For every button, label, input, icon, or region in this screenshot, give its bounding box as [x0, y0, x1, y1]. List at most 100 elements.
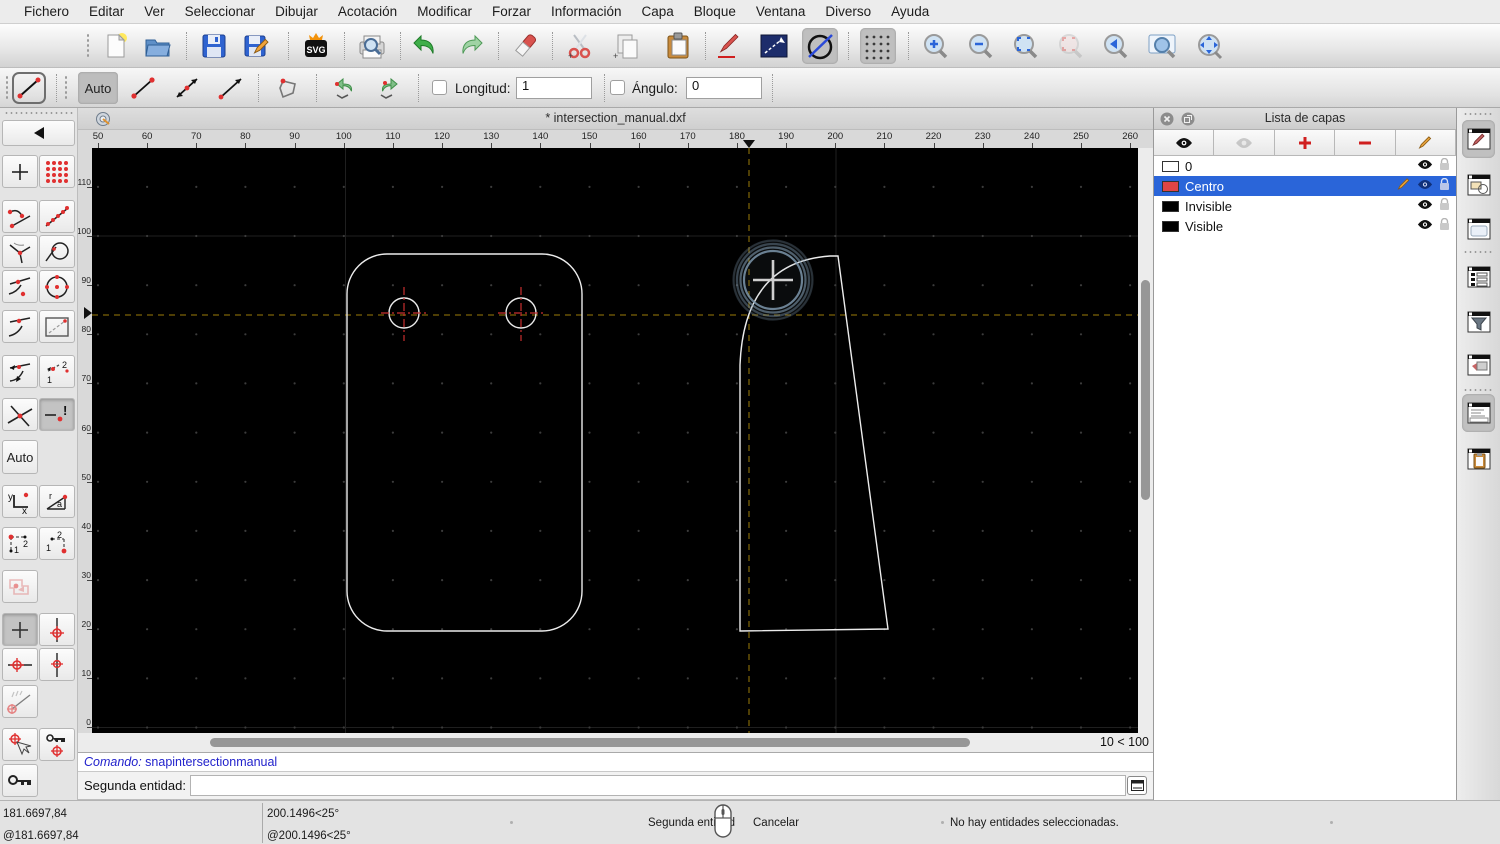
length-input[interactable]: 1: [516, 77, 592, 99]
menu-forzar[interactable]: Forzar: [482, 0, 541, 24]
horizontal-scrollbar-thumb[interactable]: [210, 738, 970, 747]
print-preview-button[interactable]: [354, 28, 390, 64]
toolbar-handle[interactable]: [4, 111, 74, 115]
snap-perpendicular-button[interactable]: [2, 235, 38, 268]
vertical-scrollbar-thumb[interactable]: [1141, 280, 1150, 500]
add-layer-button[interactable]: [1274, 130, 1336, 156]
menu-ayuda[interactable]: Ayuda: [881, 0, 939, 24]
lock-button[interactable]: [2, 764, 38, 797]
layer-lock-icon[interactable]: [1439, 178, 1450, 191]
filter-toggle[interactable]: [1462, 303, 1495, 341]
layer-row-visible[interactable]: Visible: [1154, 216, 1456, 236]
layer-visibility-icon[interactable]: [1417, 219, 1433, 230]
relative-point-button[interactable]: 12: [2, 527, 38, 560]
entity-circles[interactable]: [388, 297, 537, 329]
layer-edit-icon[interactable]: [1396, 178, 1411, 191]
menu-informacion[interactable]: Información: [541, 0, 632, 24]
layer-visibility-icon[interactable]: [1417, 159, 1433, 170]
save-button[interactable]: [196, 28, 232, 64]
toolbar-handle[interactable]: [5, 75, 9, 101]
menu-seleccionar[interactable]: Seleccionar: [175, 0, 266, 24]
snap-center-button[interactable]: [39, 270, 75, 303]
drawing-canvas[interactable]: [92, 148, 1138, 733]
layer-lock-icon[interactable]: [1439, 198, 1450, 211]
menu-editar[interactable]: Editar: [79, 0, 134, 24]
command-input[interactable]: [190, 775, 1126, 796]
layer-row-centro[interactable]: Centro: [1154, 176, 1456, 196]
clipboard-widget-toggle[interactable]: [1462, 440, 1495, 478]
polyline-button[interactable]: [272, 72, 306, 104]
remove-layer-button[interactable]: [1335, 130, 1396, 156]
library-browser-toggle[interactable]: [1462, 210, 1495, 248]
intersection-auto-button[interactable]: [2, 355, 38, 388]
menu-dibujar[interactable]: Dibujar: [265, 0, 328, 24]
relative-zero-button[interactable]: [2, 613, 38, 646]
paste-button[interactable]: [660, 28, 696, 64]
line-two-points-button[interactable]: [126, 72, 160, 104]
layer-row-0[interactable]: 0: [1154, 156, 1456, 176]
attributes-pencil-button[interactable]: [712, 28, 748, 64]
layer-panel-titlebar[interactable]: Lista de capas: [1154, 108, 1456, 130]
layer-list-toggle[interactable]: [1462, 120, 1495, 158]
toolbar-handle[interactable]: [1463, 112, 1493, 116]
snap-on-entity-button[interactable]: [39, 200, 75, 233]
menu-capa[interactable]: Capa: [632, 0, 684, 24]
hide-all-layers-button[interactable]: [1214, 130, 1275, 156]
menu-bloque[interactable]: Bloque: [684, 0, 746, 24]
edit-layer-button[interactable]: [1395, 130, 1457, 156]
length-checkbox[interactable]: [432, 80, 447, 95]
snap-free-button[interactable]: [2, 155, 38, 188]
zoom-out-button[interactable]: [963, 28, 999, 64]
set-relative-zero-button[interactable]: [39, 613, 75, 646]
angle-input[interactable]: 0: [686, 77, 762, 99]
draw-order-button[interactable]: [2, 570, 38, 603]
relzero-horizontal-button[interactable]: [2, 648, 38, 681]
cut-button[interactable]: +: [562, 28, 598, 64]
show-all-layers-button[interactable]: [1154, 130, 1215, 156]
zoom-in-button[interactable]: [918, 28, 954, 64]
zoom-previous-button[interactable]: [1098, 28, 1134, 64]
open-file-button[interactable]: [140, 28, 176, 64]
zoom-selected-button[interactable]: [1053, 28, 1089, 64]
select-window-button[interactable]: [756, 28, 792, 64]
select-reference-button[interactable]: [2, 728, 38, 761]
copy-button[interactable]: +: [608, 28, 644, 64]
restrict-orthogonal-button[interactable]: [39, 310, 75, 343]
snap-endpoint-button[interactable]: [2, 200, 38, 233]
named-views-toggle[interactable]: [1462, 346, 1495, 384]
block-list-toggle[interactable]: [1462, 166, 1495, 204]
coordinate-cartesian-button[interactable]: yx: [2, 485, 38, 518]
relzero-vertical-button[interactable]: [39, 648, 75, 681]
zoom-window-button[interactable]: [1145, 28, 1181, 64]
menu-modificar[interactable]: Modificar: [407, 0, 482, 24]
redo-segment-button[interactable]: [372, 72, 406, 104]
snap-tangent-button[interactable]: [39, 235, 75, 268]
snap-auto-button[interactable]: Auto: [2, 440, 38, 474]
vertical-scrollbar[interactable]: [1138, 148, 1153, 733]
back-button[interactable]: [2, 120, 75, 146]
snap-angle-button[interactable]: [2, 685, 38, 718]
line-one-direction-button[interactable]: [214, 72, 248, 104]
snap-intersection-manual-button[interactable]: !: [39, 398, 75, 431]
save-as-button[interactable]: [240, 28, 276, 64]
menu-fichero[interactable]: Fichero: [14, 0, 79, 24]
snap-distance-button[interactable]: [2, 270, 38, 303]
undo-button[interactable]: [408, 28, 444, 64]
redo-button[interactable]: [452, 28, 488, 64]
snap-grid-button[interactable]: [39, 155, 75, 188]
layer-lock-icon[interactable]: [1439, 218, 1450, 231]
grid-toggle-button[interactable]: [860, 28, 896, 64]
horizontal-scrollbar[interactable]: 10 < 100: [78, 733, 1153, 752]
menu-diverso[interactable]: Diverso: [815, 0, 881, 24]
delete-button[interactable]: [508, 28, 544, 64]
snap-middle-button[interactable]: [2, 310, 38, 343]
line-tool-button[interactable]: [12, 72, 46, 104]
document-titlebar[interactable]: * intersection_manual.dxf: [78, 108, 1153, 130]
snap-intersection-button[interactable]: [2, 398, 38, 431]
layer-visibility-icon[interactable]: [1417, 179, 1433, 190]
menu-ver[interactable]: Ver: [134, 0, 174, 24]
menu-acotacion[interactable]: Acotación: [328, 0, 407, 24]
draw-circle-line-toggle[interactable]: [802, 28, 838, 64]
entity-rounded-rectangle[interactable]: [346, 253, 583, 632]
entity-list-toggle[interactable]: [1462, 258, 1495, 296]
